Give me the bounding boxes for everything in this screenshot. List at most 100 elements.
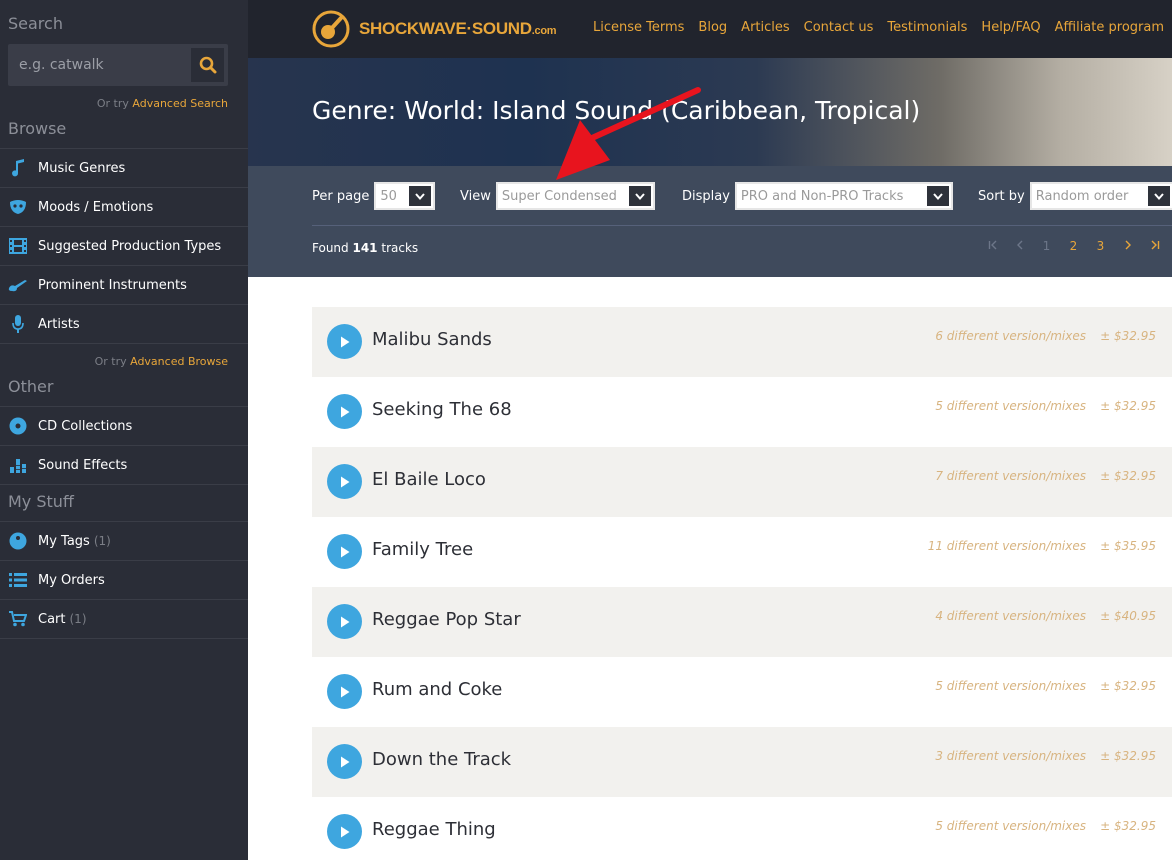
play-icon[interactable] xyxy=(327,394,362,429)
track-price: ± $32.95 xyxy=(1100,749,1156,763)
track-title[interactable]: Family Tree xyxy=(372,539,473,560)
filter-bar: Per page 50 View Super Condensed Display… xyxy=(248,166,1172,277)
track-price: ± $32.95 xyxy=(1100,819,1156,833)
page-3[interactable]: 3 xyxy=(1087,239,1114,253)
play-icon[interactable] xyxy=(327,744,362,779)
track-versions[interactable]: 4 different version/mixes xyxy=(935,609,1086,623)
track-versions[interactable]: 5 different version/mixes xyxy=(935,399,1086,413)
sidebar-item-cd-collections[interactable]: CD Collections xyxy=(0,407,248,446)
advanced-search-link[interactable]: Advanced Search xyxy=(132,97,228,110)
search-section-title: Search xyxy=(8,14,63,33)
play-icon[interactable] xyxy=(327,814,362,849)
track-versions[interactable]: 5 different version/mixes xyxy=(935,819,1086,833)
sidebar: Search Or try Advanced Search Browse Mus… xyxy=(0,0,248,860)
track-row[interactable]: Down the Track 3 different version/mixes… xyxy=(312,727,1172,797)
first-page-icon[interactable] xyxy=(979,239,1006,253)
sidebar-item-production-types[interactable]: Suggested Production Types xyxy=(0,227,248,266)
track-price: ± $35.95 xyxy=(1100,539,1156,553)
chevron-down-icon xyxy=(409,186,432,206)
track-row[interactable]: El Baile Loco 7 different version/mixes … xyxy=(312,447,1172,517)
sidebar-item-music-genres[interactable]: Music Genres xyxy=(0,149,248,188)
track-title[interactable]: Malibu Sands xyxy=(372,329,492,350)
sort-select[interactable]: Random order xyxy=(1029,182,1172,210)
track-versions[interactable]: 5 different version/mixes xyxy=(935,679,1086,693)
sidebar-item-cart[interactable]: Cart (1) xyxy=(0,600,248,639)
nav-license-terms[interactable]: License Terms xyxy=(593,20,684,35)
mystuff-section-title: My Stuff xyxy=(8,492,74,511)
search-button[interactable] xyxy=(191,48,224,82)
nav-blog[interactable]: Blog xyxy=(698,20,727,35)
equalizer-icon xyxy=(8,455,28,475)
display-select[interactable]: PRO and Non-PRO Tracks xyxy=(734,182,953,210)
track-versions[interactable]: 6 different version/mixes xyxy=(935,329,1086,343)
track-title[interactable]: Seeking The 68 xyxy=(372,399,512,420)
play-icon[interactable] xyxy=(327,534,362,569)
track-versions[interactable]: 3 different version/mixes xyxy=(935,749,1086,763)
track-title[interactable]: Reggae Thing xyxy=(372,819,496,840)
track-title[interactable]: Rum and Coke xyxy=(372,679,502,700)
sort-filter: Sort by Random order xyxy=(978,182,1172,210)
music-note-icon xyxy=(8,158,28,178)
search-box xyxy=(8,44,228,86)
track-versions[interactable]: 11 different version/mixes xyxy=(928,539,1086,553)
search-icon xyxy=(199,56,216,74)
prev-page-icon[interactable] xyxy=(1006,239,1033,253)
nav-contact-us[interactable]: Contact us xyxy=(804,20,874,35)
search-input[interactable] xyxy=(8,44,190,86)
advanced-search-hint: Or try Advanced Search xyxy=(96,97,228,110)
last-page-icon[interactable] xyxy=(1141,239,1168,253)
annotation-arrow-icon xyxy=(556,87,701,180)
nav-testimonials[interactable]: Testimonials xyxy=(887,20,967,35)
film-icon xyxy=(8,236,28,256)
nav-articles[interactable]: Articles xyxy=(741,20,789,35)
sidebar-item-my-orders[interactable]: My Orders xyxy=(0,561,248,600)
nav-help-faq[interactable]: Help/FAQ xyxy=(981,20,1040,35)
advanced-browse-hint: Or try Advanced Browse xyxy=(94,355,228,368)
guitar-icon xyxy=(8,275,28,295)
play-icon[interactable] xyxy=(327,674,362,709)
page-2[interactable]: 2 xyxy=(1060,239,1087,253)
cd-icon xyxy=(8,416,28,436)
per-page-select[interactable]: 50 xyxy=(374,182,436,210)
top-nav: License Terms Blog Articles Contact us T… xyxy=(579,20,1164,35)
logo-icon xyxy=(312,10,350,48)
track-title[interactable]: Down the Track xyxy=(372,749,511,770)
chevron-down-icon xyxy=(1147,186,1170,206)
sidebar-item-moods[interactable]: Moods / Emotions xyxy=(0,188,248,227)
track-row[interactable]: Reggae Thing 5 different version/mixes ±… xyxy=(312,797,1172,860)
next-page-icon[interactable] xyxy=(1114,239,1141,253)
results-count: Found 141 tracks xyxy=(312,241,419,255)
chevron-down-icon xyxy=(628,186,651,206)
track-row[interactable]: Family Tree 11 different version/mixes ±… xyxy=(312,517,1172,587)
page-1[interactable]: 1 xyxy=(1033,239,1060,253)
sidebar-item-sound-effects[interactable]: Sound Effects xyxy=(0,446,248,485)
list-icon xyxy=(8,570,28,590)
logo[interactable]: SHOCKWAVE·SOUND.com xyxy=(311,9,557,49)
track-price: ± $32.95 xyxy=(1100,679,1156,693)
browse-nav: Music Genres Moods / Emotions Suggested … xyxy=(0,148,248,344)
play-icon[interactable] xyxy=(327,464,362,499)
sidebar-item-instruments[interactable]: Prominent Instruments xyxy=(0,266,248,305)
play-icon[interactable] xyxy=(327,324,362,359)
logo-text: SHOCKWAVE·SOUND.com xyxy=(359,19,557,38)
track-versions[interactable]: 7 different version/mixes xyxy=(935,469,1086,483)
track-row[interactable]: Malibu Sands 6 different version/mixes ±… xyxy=(312,307,1172,377)
sidebar-item-artists[interactable]: Artists xyxy=(0,305,248,344)
track-title[interactable]: Reggae Pop Star xyxy=(372,609,521,630)
track-price: ± $32.95 xyxy=(1100,469,1156,483)
display-filter: Display PRO and Non-PRO Tracks xyxy=(682,182,953,210)
track-title[interactable]: El Baile Loco xyxy=(372,469,486,490)
nav-affiliate-program[interactable]: Affiliate program xyxy=(1055,20,1164,35)
play-icon[interactable] xyxy=(327,604,362,639)
pagination: 1 2 3 xyxy=(979,239,1168,253)
track-row[interactable]: Seeking The 68 5 different version/mixes… xyxy=(312,377,1172,447)
sidebar-item-my-tags[interactable]: My Tags (1) xyxy=(0,522,248,561)
browse-section-title: Browse xyxy=(8,119,67,138)
tag-icon xyxy=(8,531,28,551)
advanced-browse-link[interactable]: Advanced Browse xyxy=(130,355,228,368)
filter-divider xyxy=(312,225,1172,226)
track-row[interactable]: Reggae Pop Star 4 different version/mixe… xyxy=(312,587,1172,657)
track-row[interactable]: Rum and Coke 5 different version/mixes ±… xyxy=(312,657,1172,727)
track-price: ± $32.95 xyxy=(1100,399,1156,413)
mystuff-nav: My Tags (1) My Orders Cart (1) xyxy=(0,521,248,639)
